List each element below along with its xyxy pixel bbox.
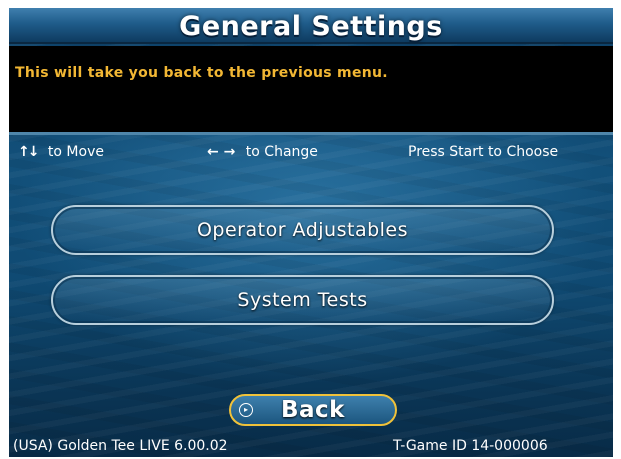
hint-change: ← → to Change xyxy=(207,144,318,160)
back-button[interactable]: ▸ Back xyxy=(229,394,397,426)
settings-screen: General Settings This will take you back… xyxy=(9,8,613,457)
hint-change-label: to Change xyxy=(245,144,318,160)
operator-adjustables-button[interactable]: Operator Adjustables xyxy=(51,205,554,255)
hint-choose: Press Start to Choose xyxy=(408,144,559,160)
game-id-text: T-Game ID 14-000006 xyxy=(393,438,548,454)
system-tests-label: System Tests xyxy=(237,289,368,311)
hint-move: ↑↓ to Move xyxy=(18,144,104,160)
operator-adjustables-label: Operator Adjustables xyxy=(196,219,409,241)
page-title: General Settings xyxy=(179,11,443,42)
hint-move-label: to Move xyxy=(47,144,104,160)
back-arrow-icon: ▸ xyxy=(239,403,253,417)
left-right-arrows-icon: ← → xyxy=(207,144,236,160)
header-bar: General Settings xyxy=(9,8,613,44)
help-text: This will take you back to the previous … xyxy=(15,65,388,81)
system-tests-button[interactable]: System Tests xyxy=(51,275,554,325)
up-down-arrows-icon: ↑↓ xyxy=(18,144,40,160)
help-box: This will take you back to the previous … xyxy=(9,46,613,135)
back-label: Back xyxy=(281,397,345,423)
version-text: (USA) Golden Tee LIVE 6.00.02 xyxy=(13,438,228,454)
